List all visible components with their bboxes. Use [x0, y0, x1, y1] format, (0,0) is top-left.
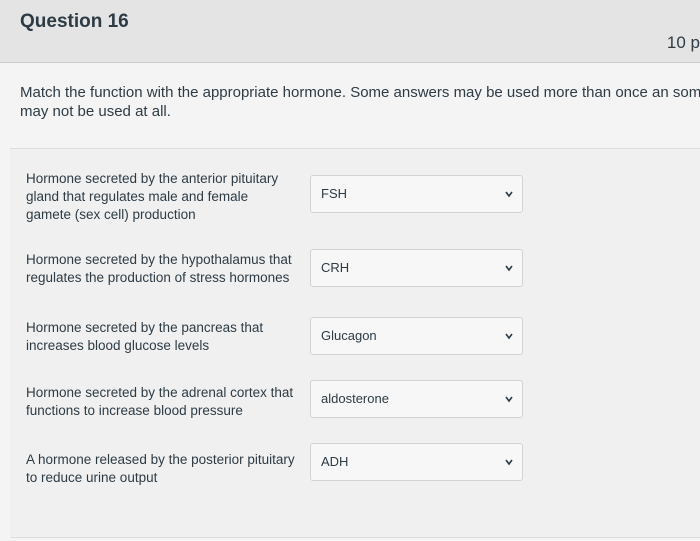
match-row: Hormone secreted by the pancreas that in…	[10, 317, 700, 381]
match-prompt: Hormone secreted by the pancreas that in…	[26, 320, 264, 353]
selected-answer: Glucagon	[321, 328, 377, 343]
answer-select[interactable]: FSH	[310, 175, 523, 213]
answer-select[interactable]: aldosterone	[310, 380, 523, 418]
match-row: Hormone secreted by the hypothalamus tha…	[10, 249, 700, 311]
question-text: Match the function with the appropriate …	[20, 84, 700, 120]
selected-answer: aldosterone	[321, 391, 389, 406]
match-prompt: Hormone secreted by the adrenal cortex t…	[26, 385, 294, 418]
answer-select[interactable]: CRH	[310, 249, 523, 287]
answer-select[interactable]: Glucagon	[310, 317, 523, 355]
question-title: Question 16	[20, 11, 129, 32]
selected-answer: ADH	[321, 454, 349, 469]
question-header: Question 16 10 p	[0, 0, 700, 63]
answer-select[interactable]: ADH	[310, 443, 523, 481]
match-row: Hormone secreted by the anterior pituita…	[10, 167, 700, 229]
match-prompt: A hormone released by the posterior pitu…	[26, 452, 295, 485]
match-row: A hormone released by the posterior pitu…	[10, 443, 700, 511]
quiz-page: Question 16 10 p Match the function with…	[0, 0, 700, 541]
match-prompt: Hormone secreted by the anterior pituita…	[26, 171, 279, 222]
selected-answer: FSH	[321, 186, 347, 201]
matching-area: Hormone secreted by the anterior pituita…	[10, 148, 700, 538]
chevron-down-icon	[505, 396, 513, 403]
match-row: Hormone secreted by the adrenal cortex t…	[10, 380, 700, 446]
chevron-down-icon	[505, 191, 513, 198]
question-body: Match the function with the appropriate …	[0, 63, 700, 541]
chevron-down-icon	[505, 459, 513, 466]
match-prompt: Hormone secreted by the hypothalamus tha…	[26, 252, 292, 285]
question-points: 10 p	[666, 33, 700, 52]
chevron-down-icon	[505, 265, 513, 272]
selected-answer: CRH	[321, 260, 350, 275]
chevron-down-icon	[505, 333, 513, 340]
